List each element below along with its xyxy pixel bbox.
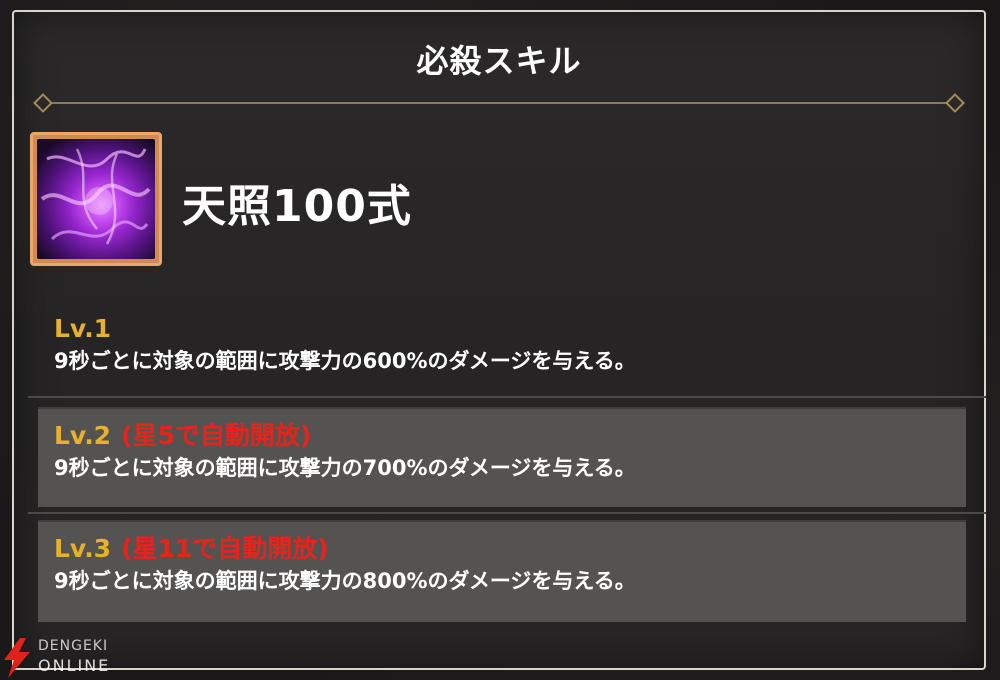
level-label: Lv.2 — [54, 421, 112, 450]
level-row-3: Lv.3 (星11で自動開放) 9秒ごとに対象の範囲に攻撃力の800%のダメージを… — [38, 520, 966, 622]
level-description: 9秒ごとに対象の範囲に攻撃力の700%のダメージを与える。 — [54, 456, 636, 480]
background: 必殺スキル 天照100式 Lv.1 9秒ごとに対象の範囲に攻撃力の600%のダメ… — [0, 0, 1000, 680]
level-head: Lv.1 — [54, 312, 950, 346]
watermark-text-top: DENGEKI — [38, 638, 109, 654]
level-label: Lv.1 — [54, 314, 112, 343]
level-row-1: Lv.1 9秒ごとに対象の範囲に攻撃力の600%のダメージを与える。 — [38, 302, 966, 402]
dialog-title: 必殺スキル — [416, 42, 582, 80]
watermark-text-bottom: ONLINE — [38, 656, 111, 675]
skill-name: 天照100式 — [182, 181, 412, 232]
divider-diamond-right-icon — [945, 93, 965, 113]
level-description: 9秒ごとに対象の範囲に攻撃力の800%のダメージを与える。 — [54, 569, 636, 593]
level-label: Lv.3 — [54, 534, 112, 563]
title-divider — [33, 93, 965, 113]
separator — [28, 512, 986, 514]
level-row-2: Lv.2 (星5で自動開放) 9秒ごとに対象の範囲に攻撃力の700%のダメージを与… — [38, 407, 966, 507]
purple-flame-icon — [37, 139, 155, 259]
unlock-condition: (星5で自動開放) — [121, 421, 312, 450]
divider-diamond-left-icon — [33, 93, 53, 113]
watermark-logo: DENGEKI ONLINE — [0, 636, 140, 680]
skill-icon — [30, 132, 162, 266]
skill-dialog: 必殺スキル 天照100式 Lv.1 9秒ごとに対象の範囲に攻撃力の600%のダメ… — [12, 10, 986, 670]
level-head: Lv.2 (星5で自動開放) — [54, 419, 950, 453]
unlock-condition: (星11で自動開放) — [121, 534, 329, 563]
lightning-bolt-icon — [4, 638, 30, 678]
level-description: 9秒ごとに対象の範囲に攻撃力の600%のダメージを与える。 — [54, 349, 636, 373]
divider-line — [50, 102, 948, 104]
level-head: Lv.3 (星11で自動開放) — [54, 532, 950, 566]
separator — [28, 396, 986, 398]
